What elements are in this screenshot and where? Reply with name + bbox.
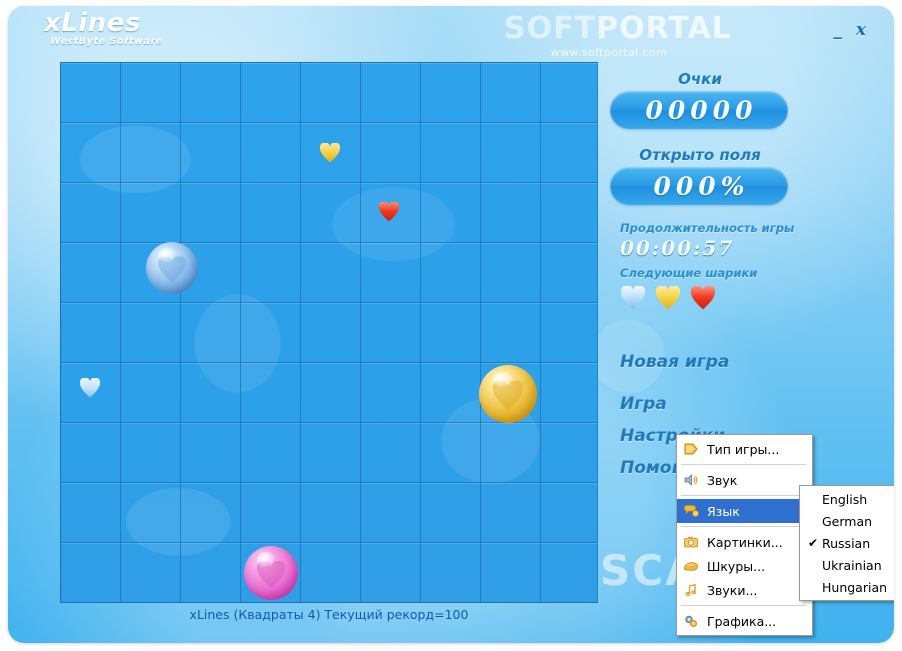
duration-value: 00:00:57 [620, 236, 735, 260]
ball-yellow[interactable] [479, 365, 537, 423]
menu-item-skins-label: Шкуры... [707, 558, 766, 574]
language-item-ukrainian[interactable]: Ukrainian [800, 554, 894, 576]
speaker-icon [681, 471, 701, 489]
menu-item-graphics-label: Графика... [707, 613, 777, 629]
music-note-icon [681, 581, 701, 599]
brand-logo: xLines WestByte Software [44, 8, 264, 48]
opened-block: Открыто поля 000% [610, 146, 790, 205]
next-ball-red [690, 285, 716, 310]
brand-subtitle: WestByte Software [50, 36, 163, 48]
ball-magenta-highlight [256, 552, 276, 567]
menu-item-sound-toggle[interactable]: Звук [677, 468, 812, 492]
language-item-hungarian[interactable]: Hungarian [800, 576, 894, 598]
menu-item-skins[interactable]: Шкуры... [677, 554, 812, 578]
next-balls-row [620, 285, 757, 310]
language-icon [681, 502, 701, 520]
status-bar: xLines (Квадраты 4) Текущий рекорд=100 [60, 603, 598, 625]
opened-value: 000% [653, 171, 750, 201]
duration-block: Продолжительность игры 00:00:57 [620, 221, 794, 260]
score-block: Очки 00000 [610, 70, 790, 129]
gears-icon [681, 612, 701, 630]
skins-icon [681, 557, 701, 575]
language-item-hungarian-label: Hungarian [822, 579, 888, 595]
score-label: Очки [678, 70, 722, 88]
app-root: xLines WestByte Software SOFTPORTAL www.… [0, 0, 902, 651]
menu-item-pictures-label: Картинки... [707, 534, 783, 550]
window-header: xLines WestByte Software SOFTPORTAL www.… [8, 6, 894, 59]
score-value: 00000 [645, 95, 758, 125]
game-board[interactable] [60, 62, 598, 603]
language-item-russian[interactable]: ✔ Russian [800, 532, 894, 554]
opened-label: Открыто поля [639, 146, 761, 164]
menu-item-language[interactable]: Язык [677, 499, 812, 523]
status-text: xLines (Квадраты 4) Текущий рекорд=100 [189, 606, 469, 622]
menu-item-sounds-label: Звуки... [707, 582, 758, 598]
menu-item-graphics[interactable]: Графика... [677, 609, 812, 633]
menu-item-pictures[interactable]: Картинки... [677, 530, 812, 554]
softportal-portal-text: PORTAL [596, 11, 732, 46]
menu-separator-4 [681, 605, 806, 606]
score-pill: 00000 [610, 91, 788, 129]
duration-label: Продолжительность игры [620, 221, 795, 235]
next-ball-yellow [655, 285, 681, 310]
softportal-watermark: SOFTPORTAL www.softportal.com [504, 11, 731, 60]
context-menu-settings[interactable]: Тип игры... Звук Язык Картинки... Шкуры.… [676, 434, 813, 636]
mini-heart-red[interactable] [378, 201, 400, 222]
language-item-ukrainian-label: Ukrainian [822, 557, 882, 573]
language-item-german-label: German [822, 513, 873, 529]
ball-blue-highlight [158, 248, 177, 262]
menu-item-game-type-label: Тип игры... [707, 441, 780, 457]
brand-title: xLines [44, 8, 141, 38]
close-button[interactable]: x [856, 22, 866, 39]
softportal-logo-text: SOFTPORTAL [504, 11, 731, 46]
menu-item-game-type[interactable]: Тип игры... [677, 437, 812, 461]
language-item-russian-label: Russian [822, 535, 871, 551]
menu-item-sound-toggle-label: Звук [707, 472, 738, 488]
softportal-soft-text: SOFT [504, 11, 597, 46]
pictures-icon [681, 533, 701, 551]
checkmark-icon: ✔ [807, 536, 819, 550]
language-item-german[interactable]: German [800, 510, 894, 532]
menu-item-language-label: Язык [707, 503, 740, 519]
language-item-english[interactable]: English [800, 488, 894, 510]
menu-new-game[interactable]: Новая игра [620, 352, 729, 372]
language-item-english-label: English [822, 491, 868, 507]
ball-blue[interactable] [146, 242, 198, 294]
minimize-button[interactable]: _ [833, 22, 842, 39]
ball-magenta[interactable] [244, 546, 298, 600]
menu-item-sounds[interactable]: Звуки... [677, 578, 812, 602]
language-submenu[interactable]: English German ✔ Russian Ukrainian Hunga… [799, 485, 894, 601]
play-arrow-icon [681, 440, 701, 458]
menu-separator-2 [681, 495, 806, 496]
menu-separator-1 [681, 464, 806, 465]
opened-pill: 000% [610, 167, 788, 205]
ball-yellow-highlight [492, 371, 513, 388]
next-balls-block: Следующие шарики [620, 266, 757, 310]
menu-game[interactable]: Игра [620, 394, 667, 414]
window-controls: _ x [833, 22, 866, 39]
menu-separator-3 [681, 526, 806, 527]
mini-heart-blue[interactable] [79, 377, 101, 398]
game-window: xLines WestByte Software SOFTPORTAL www.… [8, 6, 894, 643]
mini-heart-yellow[interactable] [319, 142, 341, 163]
next-ball-blue [620, 285, 646, 310]
next-balls-label: Следующие шарики [620, 266, 758, 280]
